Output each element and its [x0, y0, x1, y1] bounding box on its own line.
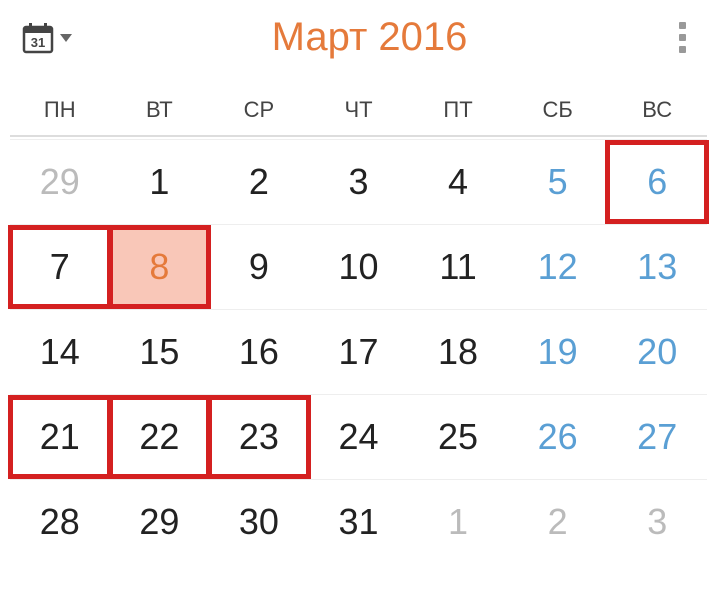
menu-dot-icon: [679, 46, 686, 53]
weekday-label: ПН: [10, 85, 110, 135]
day-cell[interactable]: 29: [10, 139, 110, 224]
weekday-label: ВС: [607, 85, 707, 135]
day-number: 15: [139, 331, 179, 373]
day-cell[interactable]: 8: [110, 224, 210, 309]
day-number: 9: [249, 246, 269, 288]
day-number: 13: [637, 246, 677, 288]
day-cell[interactable]: 4: [408, 139, 508, 224]
day-cell[interactable]: 19: [508, 309, 608, 394]
day-number: 18: [438, 331, 478, 373]
menu-dot-icon: [679, 34, 686, 41]
weekday-label: ЧТ: [309, 85, 409, 135]
more-options-button[interactable]: [667, 20, 697, 56]
day-cell[interactable]: 25: [408, 394, 508, 479]
day-number: 25: [438, 416, 478, 458]
day-number: 4: [448, 161, 468, 203]
day-cell[interactable]: 30: [209, 479, 309, 564]
day-number: 3: [348, 161, 368, 203]
day-number: 6: [647, 161, 667, 203]
day-cell[interactable]: 20: [607, 309, 707, 394]
day-cell[interactable]: 24: [309, 394, 409, 479]
day-number: 20: [637, 331, 677, 373]
day-number: 8: [149, 246, 169, 288]
weekday-header-row: ПН ВТ СР ЧТ ПТ СБ ВС: [10, 85, 707, 137]
weekday-label: ВТ: [110, 85, 210, 135]
calendar-icon: 31: [20, 20, 56, 56]
day-number: 12: [538, 246, 578, 288]
day-cell[interactable]: 17: [309, 309, 409, 394]
day-number: 26: [538, 416, 578, 458]
day-number: 3: [647, 501, 667, 543]
day-cell[interactable]: 10: [309, 224, 409, 309]
menu-dot-icon: [679, 22, 686, 29]
day-cell[interactable]: 21: [10, 394, 110, 479]
day-cell[interactable]: 31: [309, 479, 409, 564]
day-cell[interactable]: 11: [408, 224, 508, 309]
day-number: 1: [448, 501, 468, 543]
day-number: 28: [40, 501, 80, 543]
day-number: 22: [139, 416, 179, 458]
day-number: 17: [338, 331, 378, 373]
day-cell[interactable]: 2: [508, 479, 608, 564]
month-year-title[interactable]: Март 2016: [72, 15, 667, 60]
day-number: 27: [637, 416, 677, 458]
day-cell[interactable]: 3: [607, 479, 707, 564]
day-cell[interactable]: 2: [209, 139, 309, 224]
day-cell[interactable]: 13: [607, 224, 707, 309]
day-cell[interactable]: 27: [607, 394, 707, 479]
svg-text:31: 31: [31, 35, 45, 50]
day-cell[interactable]: 16: [209, 309, 309, 394]
day-cell[interactable]: 29: [110, 479, 210, 564]
day-cell[interactable]: 6: [607, 139, 707, 224]
day-cell[interactable]: 28: [10, 479, 110, 564]
day-number: 31: [338, 501, 378, 543]
day-number: 14: [40, 331, 80, 373]
day-number: 23: [239, 416, 279, 458]
chevron-down-icon: [60, 34, 72, 42]
day-number: 19: [538, 331, 578, 373]
day-number: 2: [548, 501, 568, 543]
day-number: 24: [338, 416, 378, 458]
day-number: 2: [249, 161, 269, 203]
day-cell[interactable]: 14: [10, 309, 110, 394]
calendar-header: 31 Март 2016: [10, 15, 707, 60]
day-cell[interactable]: 3: [309, 139, 409, 224]
day-number: 29: [139, 501, 179, 543]
weekday-label: СР: [209, 85, 309, 135]
day-number: 7: [50, 246, 70, 288]
day-number: 10: [338, 246, 378, 288]
day-cell[interactable]: 15: [110, 309, 210, 394]
day-cell[interactable]: 18: [408, 309, 508, 394]
day-cell[interactable]: 12: [508, 224, 608, 309]
day-cell[interactable]: 22: [110, 394, 210, 479]
day-cell[interactable]: 7: [10, 224, 110, 309]
day-number: 16: [239, 331, 279, 373]
day-cell[interactable]: 5: [508, 139, 608, 224]
calendar-picker-button[interactable]: 31: [20, 20, 72, 56]
day-cell[interactable]: 1: [110, 139, 210, 224]
day-number: 21: [40, 416, 80, 458]
day-number: 5: [548, 161, 568, 203]
weekday-label: СБ: [508, 85, 608, 135]
calendar-grid: 2912345678910111213141516171819202122232…: [10, 139, 707, 564]
day-number: 11: [439, 246, 476, 288]
day-number: 29: [40, 161, 80, 203]
day-number: 1: [149, 161, 169, 203]
day-number: 30: [239, 501, 279, 543]
day-cell[interactable]: 9: [209, 224, 309, 309]
day-cell[interactable]: 26: [508, 394, 608, 479]
weekday-label: ПТ: [408, 85, 508, 135]
day-cell[interactable]: 23: [209, 394, 309, 479]
day-cell[interactable]: 1: [408, 479, 508, 564]
